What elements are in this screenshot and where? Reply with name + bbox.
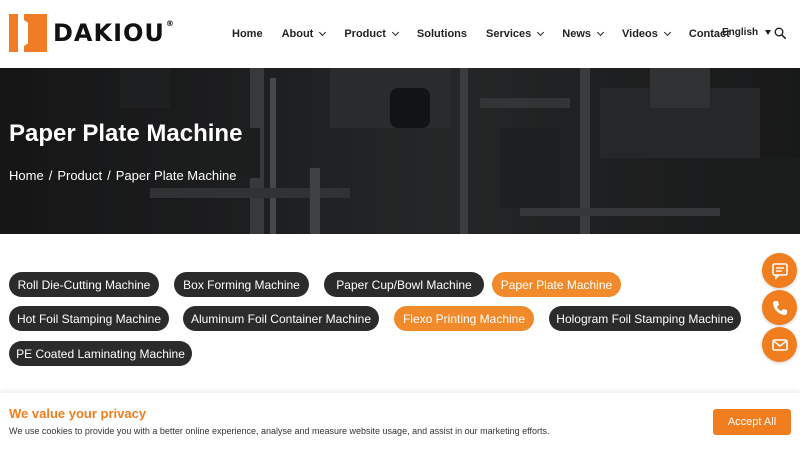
chevron-down-icon	[537, 28, 545, 37]
category-hot-foil-stamping[interactable]: Hot Foil Stamping Machine	[9, 306, 169, 331]
category-box-forming[interactable]: Box Forming Machine	[174, 272, 309, 297]
page-title: Paper Plate Machine	[9, 120, 243, 147]
main-nav: Home About Product Solutions Services Ne…	[232, 0, 749, 68]
email-icon	[771, 338, 788, 351]
category-roll-die-cutting[interactable]: Roll Die-Cutting Machine	[9, 272, 159, 297]
category-aluminum-foil-container[interactable]: Aluminum Foil Container Machine	[183, 306, 379, 331]
chevron-down-icon	[596, 28, 605, 37]
chevron-down-icon	[319, 28, 327, 37]
logo-mark-icon	[9, 14, 47, 52]
language-selector[interactable]: English	[722, 27, 772, 38]
chevron-down-icon	[663, 28, 671, 37]
breadcrumb-separator: /	[48, 168, 53, 183]
site-header: DAKIOU® Home About Product Solutions Ser…	[0, 0, 800, 68]
category-paper-cup-bowl[interactable]: Paper Cup/Bowl Machine	[324, 272, 484, 297]
category-pe-coated-laminating[interactable]: PE Coated Laminating Machine	[9, 341, 192, 366]
nav-item-services[interactable]: Services	[486, 28, 545, 40]
hero-overlay	[0, 68, 800, 234]
page: DAKIOU® Home About Product Solutions Ser…	[0, 0, 800, 450]
category-hologram-foil-stamping[interactable]: Hologram Foil Stamping Machine	[549, 306, 741, 331]
cookie-banner: We value your privacy We use cookies to …	[0, 393, 800, 450]
cookie-title: We value your privacy	[9, 406, 147, 421]
caret-down-icon	[765, 30, 772, 35]
category-paper-plate[interactable]: Paper Plate Machine	[492, 272, 621, 297]
logo-text: DAKIOU®	[53, 19, 175, 47]
nav-item-videos[interactable]: Videos	[622, 28, 671, 40]
hero-banner: Paper Plate Machine Home / Product / Pap…	[0, 68, 800, 234]
breadcrumb-home[interactable]: Home	[9, 168, 44, 183]
phone-icon	[772, 300, 787, 315]
chevron-down-icon	[391, 28, 399, 37]
cookie-text: We use cookies to provide you with a bet…	[9, 426, 550, 436]
breadcrumb-separator: /	[107, 168, 111, 183]
nav-item-home[interactable]: Home	[232, 28, 263, 40]
breadcrumb: Home / Product / Paper Plate Machine	[9, 168, 236, 183]
email-button[interactable]	[762, 327, 797, 362]
nav-item-solutions[interactable]: Solutions	[417, 28, 467, 40]
nav-item-about[interactable]: About	[282, 28, 327, 40]
message-button[interactable]	[762, 253, 797, 288]
nav-item-news[interactable]: News	[562, 28, 605, 40]
search-icon[interactable]	[774, 27, 786, 39]
nav-item-product[interactable]: Product	[344, 28, 399, 40]
accept-all-button[interactable]: Accept All	[713, 409, 791, 435]
breadcrumb-current: Paper Plate Machine	[115, 168, 237, 183]
breadcrumb-product[interactable]: Product	[57, 168, 102, 183]
message-icon	[771, 262, 788, 280]
phone-button[interactable]	[762, 290, 797, 325]
category-flexo-printing[interactable]: Flexo Printing Machine	[394, 306, 534, 331]
logo[interactable]: DAKIOU®	[9, 14, 175, 52]
